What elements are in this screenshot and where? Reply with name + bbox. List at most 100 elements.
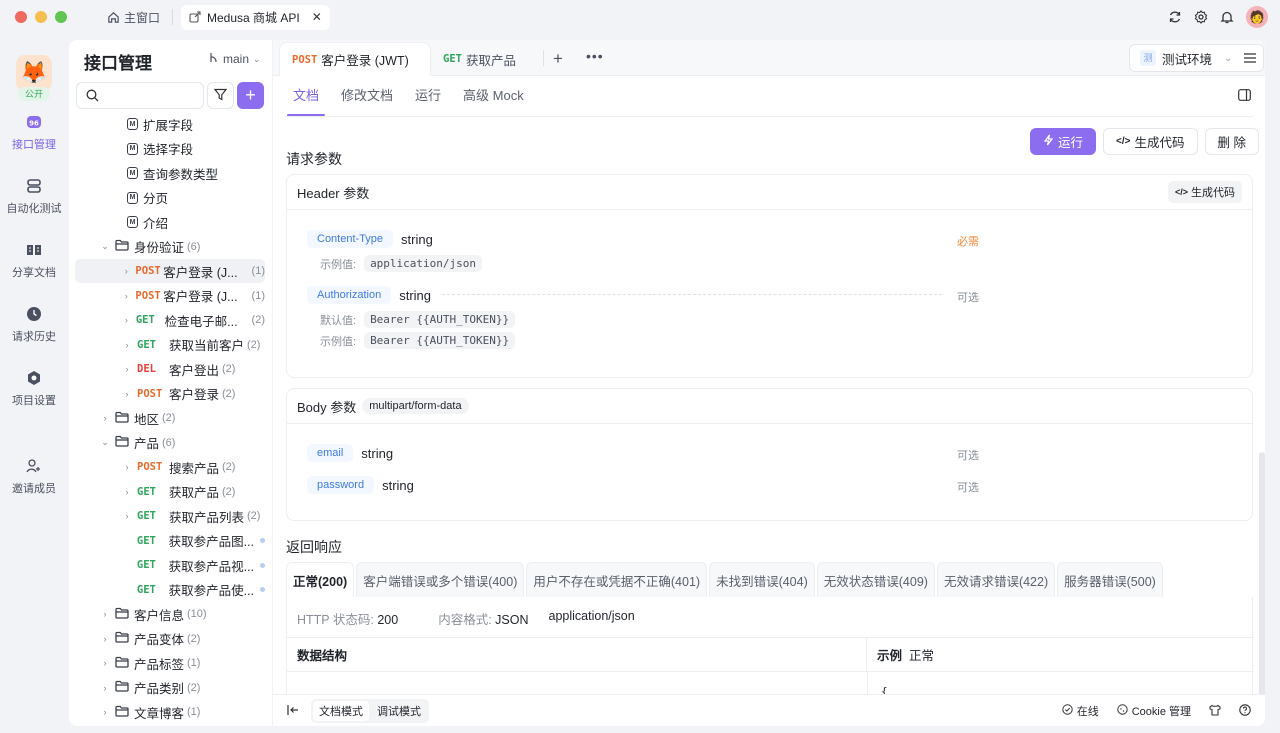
chevron-right-icon[interactable]: › — [99, 683, 111, 693]
tree-doc[interactable]: M 查询参数类型 — [75, 161, 265, 185]
more-icon[interactable]: ••• — [586, 48, 604, 64]
tree-api-item[interactable]: GET 获取参产品使... — [75, 578, 265, 602]
response-tab-200[interactable]: 正常(200) — [286, 562, 355, 597]
menu-button[interactable] — [1236, 44, 1264, 72]
chevron-down-icon[interactable]: ⌄ — [99, 437, 111, 448]
doc-tab[interactable]: GET 获取产品 — [431, 42, 528, 76]
optional-label: 可选 — [957, 450, 979, 462]
chevron-right-icon[interactable]: › — [121, 487, 133, 497]
shirt-icon[interactable] — [1209, 704, 1221, 719]
tab-run[interactable]: 运行 — [407, 76, 449, 116]
split-panel-icon[interactable] — [1238, 89, 1251, 104]
tree-folder[interactable]: › 产品变体 (2) — [75, 627, 265, 651]
user-avatar[interactable]: 🧑 — [1246, 6, 1268, 28]
bell-icon[interactable] — [1220, 10, 1234, 24]
example-label: 示例值: — [320, 335, 357, 348]
tree-folder[interactable]: › 地区 (2) — [75, 406, 265, 430]
refresh-icon[interactable] — [1168, 10, 1182, 24]
tree-api-item[interactable]: › GET 获取当前客户 (2) — [75, 333, 265, 357]
tree-doc[interactable]: M 分页 — [75, 186, 265, 210]
collapse-sidebar-icon[interactable] — [287, 704, 299, 719]
method-badge: GET — [136, 534, 156, 547]
tree-folder[interactable]: › 文章博客 (1) — [75, 700, 265, 724]
chevron-right-icon[interactable]: › — [99, 609, 111, 619]
help-icon[interactable] — [1239, 703, 1251, 719]
tab-advanced-mock[interactable]: 高级 Mock — [455, 76, 532, 116]
scrollbar[interactable] — [1259, 452, 1265, 694]
chevron-right-icon[interactable]: › — [99, 413, 111, 423]
rail-item-share-docs[interactable]: 分享文档 — [0, 242, 68, 280]
rail-item-api-management[interactable]: 96 接口管理 — [0, 114, 68, 152]
cookie-manager-button[interactable]: Cookie 管理 — [1117, 703, 1191, 719]
delete-button[interactable]: 删 除 — [1204, 128, 1259, 155]
chevron-right-icon[interactable]: › — [99, 658, 111, 668]
response-tab-500[interactable]: 服务器错误(500) — [1057, 562, 1163, 597]
tree-doc[interactable]: M 扩展字段 — [75, 112, 265, 136]
tree-folder[interactable]: › 客户信息 (10) — [75, 602, 265, 626]
new-tab-button[interactable]: + — [553, 49, 563, 69]
tree-count: (2) — [247, 510, 261, 522]
response-tab-400[interactable]: 客户端错误或多个错误(400) — [356, 562, 525, 597]
run-button[interactable]: 运行 — [1030, 128, 1097, 155]
tree-folder[interactable]: › 产品标签 (1) — [75, 651, 265, 675]
tree-doc[interactable]: M 选择字段 — [75, 137, 265, 161]
close-window-button[interactable] — [15, 11, 27, 23]
project-logo[interactable]: 🦊 — [16, 55, 52, 91]
tree-api-item[interactable]: › GET 检查电子邮... (2) — [75, 308, 265, 332]
home-tab[interactable]: 主窗口 — [107, 9, 160, 26]
chevron-right-icon[interactable]: › — [121, 364, 133, 374]
tree-doc[interactable]: M 介绍 — [75, 210, 265, 234]
header-generate-code-button[interactable]: </> 生成代码 — [1167, 181, 1242, 203]
branch-selector[interactable]: main ⌄ — [209, 52, 261, 66]
chevron-right-icon[interactable]: › — [99, 707, 111, 717]
close-tab-icon[interactable]: ✕ — [312, 10, 322, 24]
chevron-right-icon[interactable]: › — [121, 266, 131, 276]
doc-mode-toggle[interactable]: 文档模式 — [313, 701, 369, 721]
tree-api-item[interactable]: › GET 获取产品列表 (2) — [75, 504, 265, 528]
filter-button[interactable] — [207, 82, 234, 109]
chevron-right-icon[interactable]: › — [121, 315, 132, 325]
tree-api-item[interactable]: › POST 客户登录 (J... (1) — [75, 259, 265, 283]
chevron-right-icon[interactable]: › — [121, 340, 133, 350]
maximize-window-button[interactable] — [55, 11, 67, 23]
minimize-window-button[interactable] — [35, 11, 47, 23]
tree-api-item[interactable]: GET 获取参产品视... — [75, 553, 265, 577]
tree-api-item[interactable]: › DEL 客户登出 (2) — [75, 357, 265, 381]
environment-selector[interactable]: 测 测试环境 ⌄ — [1129, 44, 1237, 72]
generate-code-button[interactable]: </> 生成代码 — [1103, 128, 1198, 155]
chevron-right-icon[interactable]: › — [121, 511, 133, 521]
tab-edit-docs[interactable]: 修改文档 — [333, 76, 401, 116]
search-input[interactable] — [76, 82, 204, 109]
debug-mode-toggle[interactable]: 调试模式 — [371, 701, 427, 721]
chevron-right-icon[interactable]: › — [121, 462, 133, 472]
online-status[interactable]: 在线 — [1062, 703, 1099, 719]
tree-folder[interactable]: ⌄ 身份验证 (6) — [75, 235, 265, 259]
response-tab-422[interactable]: 无效请求错误(422) — [936, 562, 1056, 597]
chevron-right-icon[interactable]: › — [121, 389, 133, 399]
tree-api-item[interactable]: › POST 客户登录 (J... (1) — [75, 284, 265, 308]
rail-item-invite-members[interactable]: 邀请成员 — [0, 458, 68, 496]
doc-tab-active[interactable]: POST 客户登录 (JWT) — [279, 42, 431, 76]
response-tab-404[interactable]: 未找到错误(404) — [709, 562, 815, 597]
rail-item-project-settings[interactable]: 项目设置 — [0, 370, 68, 408]
response-tab-409[interactable]: 无效状态错误(409) — [816, 562, 935, 597]
tree-folder[interactable]: › 产品类别 (2) — [75, 676, 265, 700]
data-structure-label: 数据结构 — [297, 649, 348, 663]
rail-item-history[interactable]: 请求历史 — [0, 306, 68, 344]
response-tab-401[interactable]: 用户不存在或凭据不正确(401) — [526, 562, 708, 597]
rail-item-automation[interactable]: 自动化测试 — [0, 178, 68, 216]
tree-folder[interactable]: ⌄ 产品 (6) — [75, 431, 265, 455]
tree-api-item[interactable]: GET 获取参产品图... — [75, 529, 265, 553]
response-card: HTTP 状态码: 200 内容格式: JSON application/jso… — [286, 597, 1254, 694]
chevron-down-icon[interactable]: ⌄ — [99, 241, 111, 252]
tab-docs[interactable]: 文档 — [285, 76, 327, 116]
public-badge: 公开 — [18, 87, 50, 101]
chevron-right-icon[interactable]: › — [121, 291, 131, 301]
tree-api-item[interactable]: › POST 客户登录 (2) — [75, 382, 265, 406]
chevron-right-icon[interactable]: › — [99, 634, 111, 644]
add-api-button[interactable]: + — [237, 82, 264, 109]
gear-icon[interactable] — [1194, 10, 1208, 24]
tree-api-item[interactable]: › POST 搜索产品 (2) — [75, 455, 265, 479]
tree-api-item[interactable]: › GET 获取产品 (2) — [75, 480, 265, 504]
project-window-tab[interactable]: Medusa 商城 API ✕ — [181, 4, 330, 30]
